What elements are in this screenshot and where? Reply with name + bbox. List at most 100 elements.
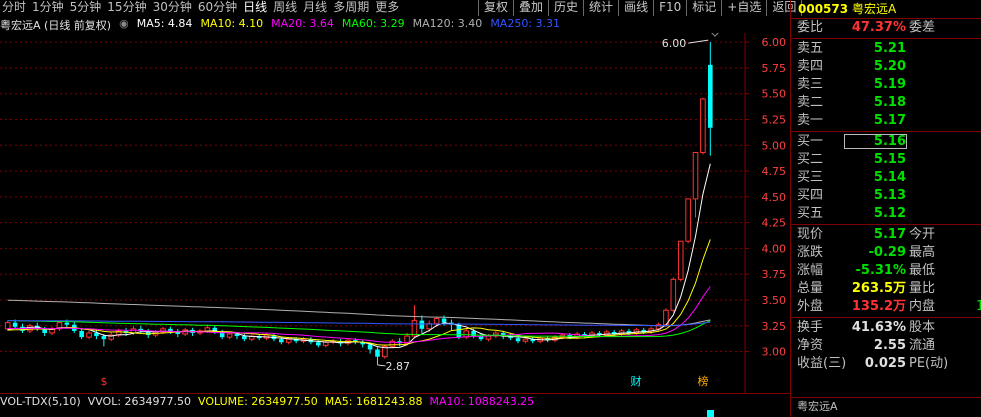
- ask-row-1-value: 5.20: [873, 59, 906, 74]
- weibi-row: 委比 47.37% 委差: [792, 19, 981, 37]
- separator: [792, 317, 981, 318]
- stat2-row-2-label2: PE(动): [909, 356, 949, 371]
- stat-row-2: 涨幅 -5.31% 最低: [792, 262, 981, 280]
- bid-list: 买一 5.16 买二 5.15 买三 5.14 买四 5.13 买五 5.12: [792, 133, 981, 223]
- candle-body: [12, 322, 18, 327]
- y-tick-label: 4.00: [762, 242, 787, 255]
- bid-row-2-label: 买三: [797, 170, 824, 185]
- y-tick-label: 5.75: [762, 62, 787, 75]
- ma120-line: [7, 299, 711, 327]
- stat-row-0: 现价 5.17 今开: [792, 226, 981, 244]
- tool-button-7[interactable]: +自选: [721, 0, 766, 16]
- vol-ma10-value: MA10: 1088243.25: [429, 395, 535, 408]
- candle-body: [79, 330, 84, 338]
- stat2-row-0-label2: 股本: [909, 320, 936, 335]
- ask-row-0-value: 5.21: [873, 41, 906, 56]
- tab-9[interactable]: 多周期: [331, 0, 373, 16]
- volume-value: VOLUME: 2634977.50: [198, 395, 318, 408]
- tab-3[interactable]: 15分钟: [105, 0, 150, 16]
- bottom-stock-name: 粤宏远A: [792, 397, 981, 414]
- high-price-label: 6.00: [662, 37, 687, 50]
- tab-0[interactable]: 分时: [0, 0, 30, 16]
- tab-1[interactable]: 1分钟: [30, 0, 68, 16]
- bid-row-1: 买二 5.15: [792, 151, 981, 169]
- tool-button-5[interactable]: F10: [653, 0, 686, 16]
- chart-tools: 复权 叠加 历史 统计 画线 F10 标记 +自选 返回: [478, 0, 803, 16]
- diamond-icon: [710, 27, 720, 37]
- y-tick-label: 5.50: [762, 88, 787, 101]
- candle-body: [322, 341, 329, 346]
- tab-6[interactable]: 日线: [241, 0, 271, 16]
- ask-row-3-label: 卖二: [797, 95, 824, 110]
- tool-button-6[interactable]: 标记: [686, 0, 721, 16]
- period-tabs: 分时 1分钟 5分钟 15分钟 30分钟 60分钟 日线 周线 月线 多周期 更多: [0, 0, 403, 16]
- tool-button-4[interactable]: 画线: [618, 0, 653, 16]
- candle-body: [168, 328, 173, 331]
- bid-row-4: 买五 5.12: [792, 205, 981, 223]
- candle-body: [86, 332, 92, 338]
- candle-body: [419, 320, 425, 329]
- stock-header: 000573 粤宏远A: [792, 0, 981, 19]
- tool-button-2[interactable]: 历史: [548, 0, 583, 16]
- candle-body: [485, 335, 492, 340]
- ask-row-2-value: 5.19: [873, 77, 906, 92]
- stat-row-1-label2: 最高: [909, 245, 936, 260]
- candle-body: [522, 338, 529, 342]
- separator: [792, 224, 981, 225]
- bid-row-2-value: 5.14: [873, 170, 906, 185]
- chart-svg[interactable]: 6.00 5.75 5.50 5.25 5.00 4.75 4.50 4.25 4.00 3.75…: [0, 27, 790, 393]
- stat2-row-0: 换手 41.63% 股本: [792, 319, 981, 337]
- candle-body: [700, 98, 706, 153]
- tool-button-3[interactable]: 统计: [583, 0, 618, 16]
- tab-8[interactable]: 月线: [301, 0, 331, 16]
- y-tick-label: 5.00: [762, 139, 787, 152]
- tab-5[interactable]: 60分钟: [196, 0, 241, 16]
- candle-body: [279, 339, 284, 343]
- ask-row-0: 卖五 5.21: [792, 40, 981, 58]
- candle-body: [433, 318, 440, 325]
- stat-row-4-value: 135.2万: [851, 299, 906, 314]
- candle-body: [375, 349, 380, 357]
- stock-code: 000573: [798, 2, 849, 16]
- bid-row-3: 买四 5.13: [792, 187, 981, 205]
- candle-body: [441, 318, 447, 323]
- ma10-value: MA10: 4.10: [200, 17, 264, 30]
- vvol-value: VVOL: 2634977.50: [87, 395, 192, 408]
- ask-row-3: 卖二 5.18: [792, 94, 981, 112]
- ask-row-3-value: 5.18: [873, 95, 906, 110]
- tool-button-1[interactable]: 叠加: [513, 0, 548, 16]
- candle-body: [685, 198, 691, 242]
- candle-body: [670, 278, 677, 311]
- y-tick-label: 4.25: [762, 217, 787, 230]
- weicha-label: 委差: [909, 20, 936, 35]
- stat-row-2-label2: 最低: [909, 263, 936, 278]
- settings-icon[interactable]: ◉: [119, 17, 129, 33]
- bid-row-0-value: 5.16: [873, 134, 906, 149]
- tab-7[interactable]: 周线: [271, 0, 301, 16]
- stat-row-3-value: 263.5万: [851, 281, 906, 296]
- stat-row-1-value: -0.29: [868, 245, 906, 260]
- y-tick-label: 4.75: [762, 165, 787, 178]
- stat-row-0-value: 5.17: [873, 227, 906, 242]
- stat2-row-2: 收益(三) 0.025 PE(动): [792, 355, 981, 373]
- tab-2[interactable]: 5分钟: [68, 0, 106, 16]
- candle-body: [367, 344, 373, 350]
- ma-legend: 粤宏远A (日线 前复权) ◉ MA5: 4.84 MA10: 4.10 MA2…: [0, 17, 560, 33]
- chart-title: 粤宏远A (日线 前复权): [0, 19, 112, 32]
- bid-row-4-label: 买五: [797, 206, 824, 221]
- y-tick-label: 3.50: [762, 294, 787, 307]
- tab-4[interactable]: 30分钟: [151, 0, 196, 16]
- bid-row-4-value: 5.12: [873, 206, 906, 221]
- stat-row-2-label: 涨幅: [797, 263, 824, 278]
- tool-button-0[interactable]: 复权: [478, 0, 513, 16]
- separator: [792, 131, 981, 132]
- low-price-label: 2.87: [385, 360, 410, 373]
- stat2-row-1-value: 2.55: [873, 338, 906, 353]
- tab-10[interactable]: 更多: [373, 0, 403, 16]
- candle-body: [64, 322, 70, 325]
- stat-row-2-value: -5.31%: [855, 263, 907, 278]
- candlestick-chart[interactable]: 6.00 5.75 5.50 5.25 5.00 4.75 4.50 4.25 4.00 3.75…: [0, 27, 790, 393]
- event-marker: 财: [631, 374, 642, 388]
- stat-row-0-label2: 今开: [909, 227, 936, 242]
- candle-body: [226, 333, 233, 338]
